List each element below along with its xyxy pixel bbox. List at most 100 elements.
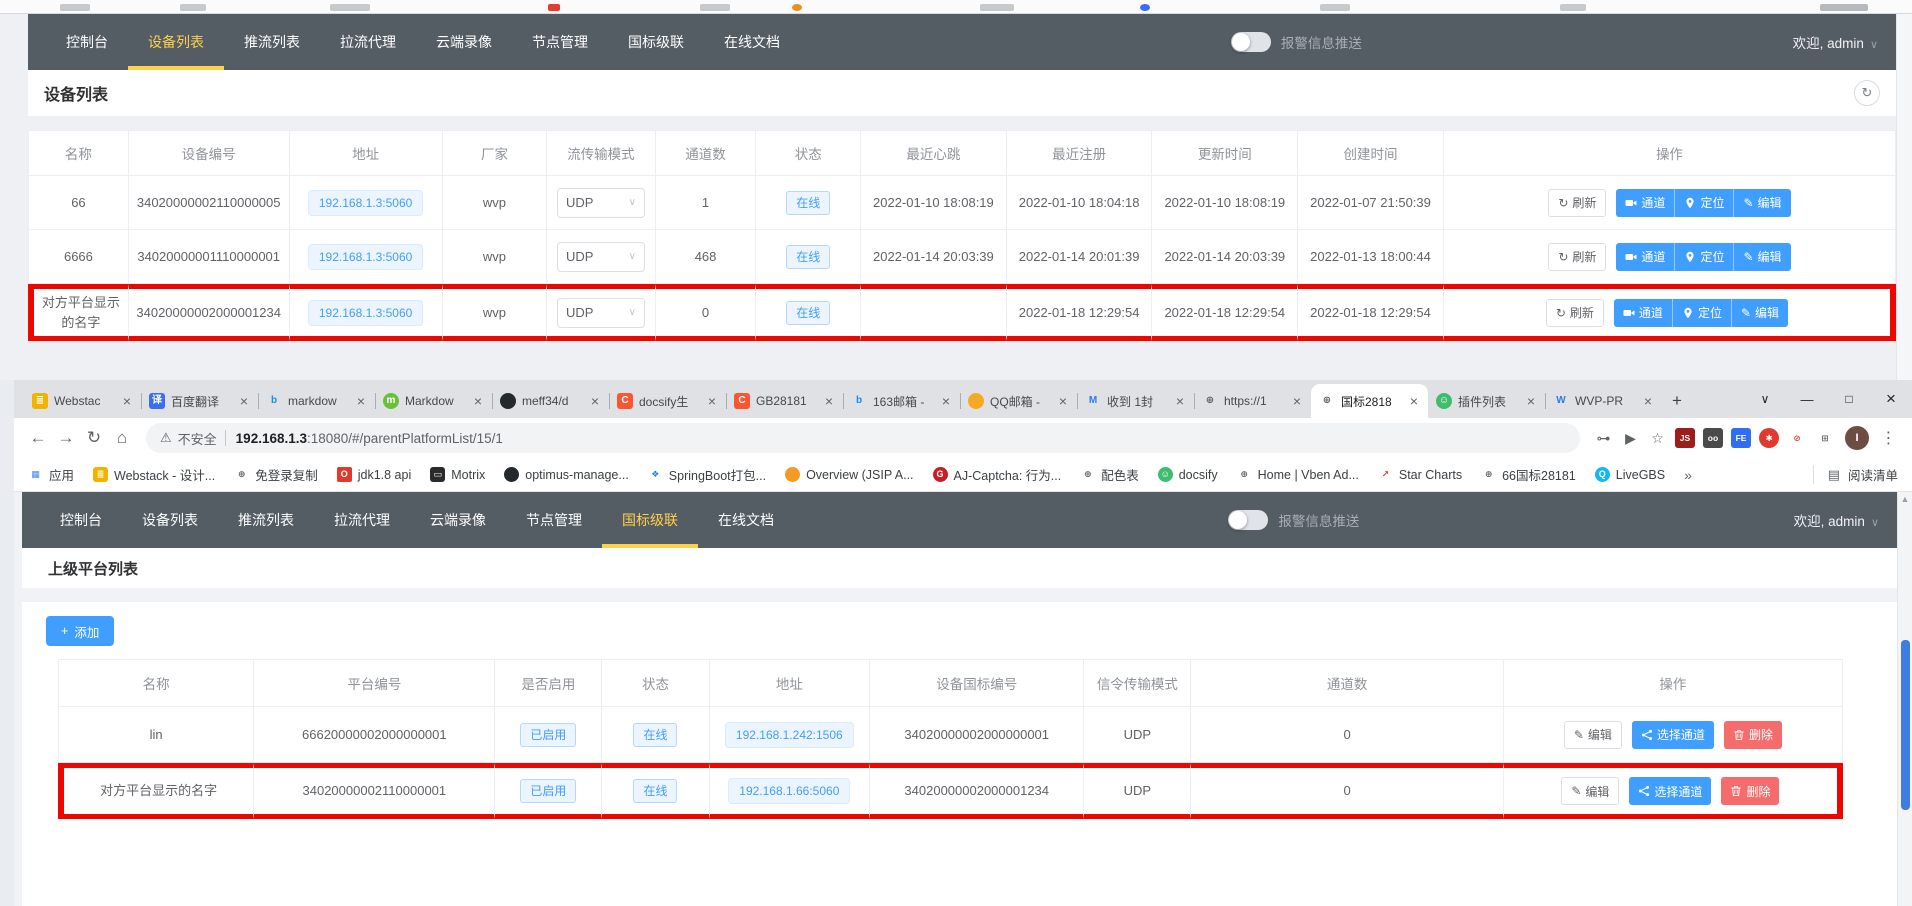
content-scrollbar[interactable]: ▲	[1897, 492, 1912, 906]
nav-tab[interactable]: 拉流代理	[314, 492, 410, 548]
tab-close-icon[interactable]: ×	[1057, 393, 1069, 409]
browser-tab[interactable]: ⊕ 国标2818 ×	[1311, 384, 1428, 418]
tab-close-icon[interactable]: ×	[121, 393, 133, 409]
channels-button[interactable]: 通道	[1616, 189, 1675, 217]
refresh-device-button[interactable]: ↻ 刷新	[1548, 189, 1606, 217]
maximize-button[interactable]: □	[1828, 392, 1870, 406]
stream-mode-select[interactable]: UDP ∨	[557, 242, 645, 272]
bookmark-item[interactable]: G AJ-Captcha: 行为...	[933, 465, 1062, 484]
nav-tab[interactable]: 云端录像	[410, 492, 506, 548]
tab-search-chevron-icon[interactable]: ∨	[1744, 392, 1786, 406]
scrollbar-thumb[interactable]	[1901, 640, 1910, 810]
nav-tab[interactable]: 拉流代理	[320, 14, 416, 70]
browser-tab[interactable]: QQ邮箱 - ×	[960, 384, 1077, 418]
reload-icon[interactable]: ↻	[80, 428, 108, 448]
send-icon[interactable]: ▶	[1617, 430, 1644, 447]
browser-tab[interactable]: C docsify生 ×	[609, 384, 726, 418]
extension-icon[interactable]: ✱	[1759, 428, 1779, 448]
key-icon[interactable]: ⊶	[1590, 430, 1617, 447]
edit-device-button[interactable]: ✎ 编辑	[1734, 189, 1790, 217]
bookmark-item[interactable]: ⊕ 66国标28181	[1481, 465, 1576, 484]
channels-button[interactable]: 通道	[1614, 299, 1673, 327]
locate-button[interactable]: 定位	[1675, 189, 1734, 217]
nav-tab[interactable]: 云端录像	[416, 14, 512, 70]
nav-tab[interactable]: 控制台	[40, 492, 122, 548]
minimize-button[interactable]: —	[1786, 392, 1828, 407]
home-icon[interactable]: ⌂	[108, 428, 136, 448]
locate-button[interactable]: 定位	[1675, 243, 1734, 271]
tab-close-icon[interactable]: ×	[238, 393, 250, 409]
extension-icon[interactable]: JS	[1675, 428, 1695, 448]
extension-icon[interactable]: ⊘	[1787, 428, 1807, 448]
edit-device-button[interactable]: ✎ 编辑	[1734, 243, 1790, 271]
nav-tab[interactable]: 设备列表	[122, 492, 218, 548]
new-tab-button[interactable]: +	[1662, 384, 1692, 418]
refresh-page-button[interactable]: ↻	[1854, 80, 1880, 106]
kebab-menu-icon[interactable]: ⋮	[1875, 428, 1902, 448]
delete-platform-button[interactable]: 删除	[1724, 721, 1782, 749]
stream-mode-select[interactable]: UDP ∨	[557, 188, 645, 218]
bookmark-item[interactable]: ⊕ 免登录复制	[234, 465, 318, 484]
browser-tab[interactable]: 译 百度翻译 ×	[141, 384, 258, 418]
browser-tab[interactable]: b 163邮箱 - ×	[843, 384, 960, 418]
scroll-up-icon[interactable]: ▲	[1898, 492, 1912, 506]
browser-tab[interactable]: ≣ Webstac ×	[24, 384, 141, 418]
device-address-tag[interactable]: 192.168.1.3:5060	[308, 244, 423, 270]
tab-close-icon[interactable]: ×	[1525, 393, 1537, 409]
add-platform-button[interactable]: + 添加	[46, 616, 114, 646]
platform-address-tag[interactable]: 192.168.1.242:1506	[725, 722, 854, 748]
extension-icon[interactable]: ⊞	[1815, 428, 1835, 448]
device-address-tag[interactable]: 192.168.1.3:5060	[308, 300, 423, 326]
nav-tab[interactable]: 节点管理	[512, 14, 608, 70]
tab-close-icon[interactable]: ×	[589, 393, 601, 409]
nav-tab[interactable]: 在线文档	[704, 14, 800, 70]
browser-tab[interactable]: W WVP-PR ×	[1545, 384, 1662, 418]
browser-tab[interactable]: ⊕ https://1 ×	[1194, 384, 1311, 418]
channels-button[interactable]: 通道	[1616, 243, 1675, 271]
welcome-user[interactable]: 欢迎, admin∨	[1794, 510, 1879, 530]
edit-platform-button[interactable]: ✎ 编辑	[1564, 721, 1622, 749]
tab-close-icon[interactable]: ×	[1408, 393, 1420, 409]
nav-tab[interactable]: 设备列表	[128, 14, 224, 70]
bookmark-item[interactable]: ▭ Motrix	[430, 467, 485, 482]
platform-address-tag[interactable]: 192.168.1.66:5060	[728, 778, 850, 804]
nav-tab[interactable]: 国标级联	[602, 492, 698, 548]
bookmark-item[interactable]: optimus-manage...	[504, 467, 629, 482]
browser-tab[interactable]: meff34/d ×	[492, 384, 609, 418]
welcome-user[interactable]: 欢迎, admin∨	[1793, 32, 1878, 52]
alarm-push-toggle[interactable]	[1228, 510, 1268, 530]
locate-button[interactable]: 定位	[1673, 299, 1732, 327]
stream-mode-select[interactable]: UDP ∨	[557, 298, 645, 328]
browser-tab[interactable]: ☺ 插件列表 ×	[1428, 384, 1545, 418]
select-channel-button[interactable]: 选择通道	[1632, 721, 1714, 749]
back-icon[interactable]: ←	[24, 428, 52, 448]
page-scrollbar[interactable]	[1896, 14, 1912, 380]
bookmark-item[interactable]: ↗ Star Charts	[1378, 467, 1462, 482]
bookmark-item[interactable]: ▦ 应用	[28, 465, 74, 484]
browser-tab[interactable]: b markdow ×	[258, 384, 375, 418]
nav-tab[interactable]: 推流列表	[218, 492, 314, 548]
bookmarks-overflow-icon[interactable]: »	[1684, 467, 1692, 483]
tab-close-icon[interactable]: ×	[1174, 393, 1186, 409]
extension-icon[interactable]: oo	[1703, 428, 1723, 448]
security-label[interactable]: 不安全	[178, 429, 217, 448]
alarm-push-toggle[interactable]	[1231, 32, 1271, 52]
profile-avatar[interactable]: I	[1845, 426, 1869, 450]
bookmark-item[interactable]: ≣ Webstack - 设计...	[93, 465, 215, 484]
delete-platform-button[interactable]: 删除	[1721, 777, 1779, 805]
bookmark-item[interactable]: O jdk1.8 api	[337, 467, 412, 482]
nav-tab[interactable]: 国标级联	[608, 14, 704, 70]
nav-tab[interactable]: 在线文档	[698, 492, 794, 548]
select-channel-button[interactable]: 选择通道	[1629, 777, 1711, 805]
browser-tab[interactable]: C GB28181 ×	[726, 384, 843, 418]
bookmark-item[interactable]: Overview (JSIP A...	[785, 467, 913, 482]
reading-list[interactable]: 阅读清单	[1848, 465, 1898, 484]
device-address-tag[interactable]: 192.168.1.3:5060	[308, 190, 423, 216]
address-bar[interactable]: ⚠ 不安全 192.168.1.3 :18080/#/parentPlatfor…	[146, 423, 1580, 453]
refresh-device-button[interactable]: ↻ 刷新	[1546, 299, 1604, 327]
bookmark-item[interactable]: ☺ docsify	[1158, 467, 1218, 482]
close-button[interactable]: ×	[1870, 389, 1912, 409]
nav-tab[interactable]: 推流列表	[224, 14, 320, 70]
bookmark-item[interactable]: ❖ SpringBoot打包...	[648, 465, 766, 484]
tab-close-icon[interactable]: ×	[472, 393, 484, 409]
